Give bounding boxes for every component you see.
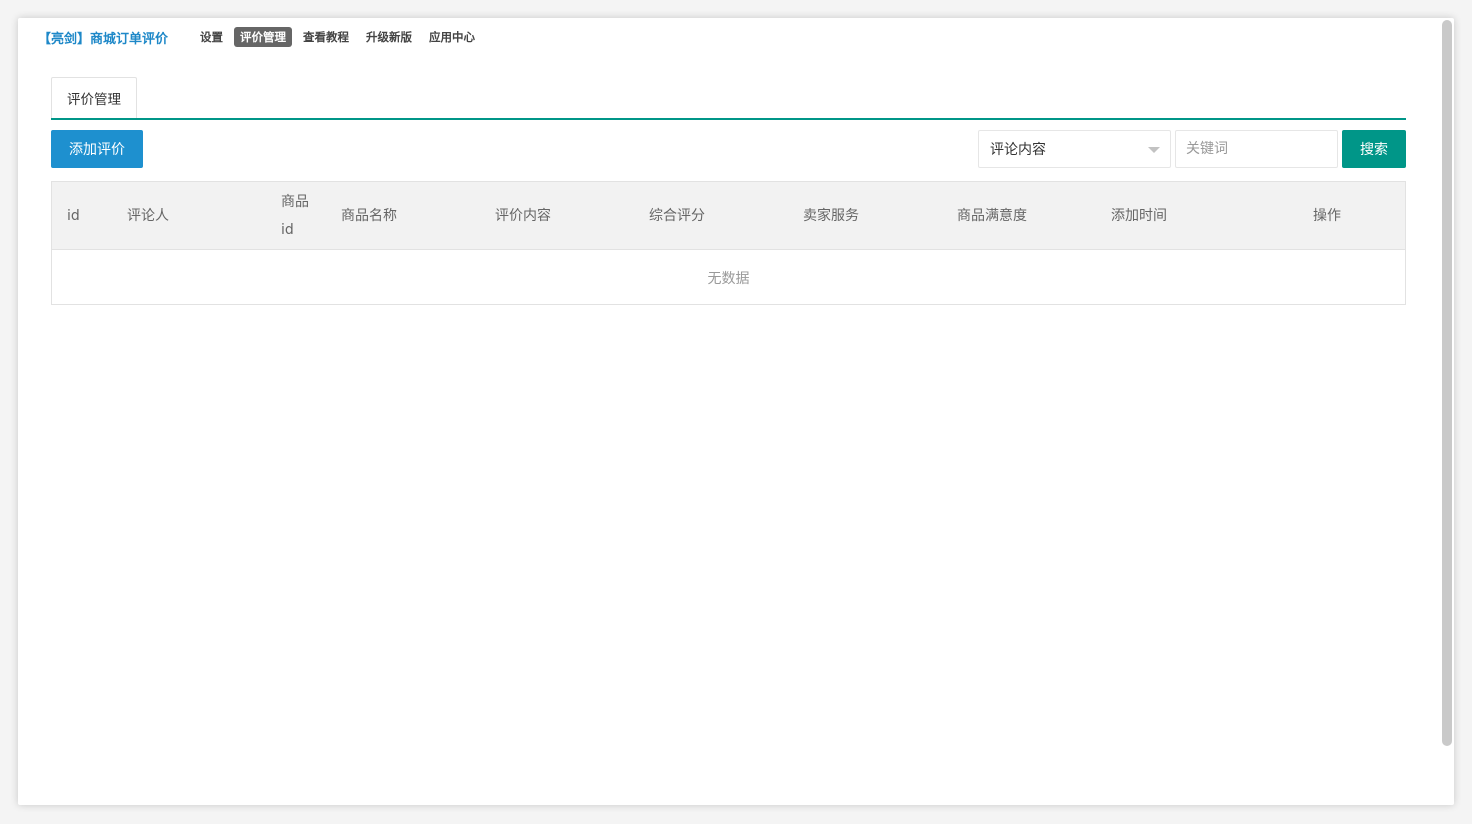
- app-window: 【亮剑】商城订单评价 设置 评价管理 查看教程 升级新版 应用中心 评价管理 添…: [18, 18, 1454, 805]
- nav-item-settings[interactable]: 设置: [194, 27, 229, 47]
- empty-state-text: 无数据: [707, 271, 750, 287]
- search-button[interactable]: 搜索: [1342, 130, 1406, 168]
- add-review-button[interactable]: 添加评价: [51, 130, 143, 168]
- nav-item-upgrade[interactable]: 升级新版: [360, 27, 418, 47]
- caret-down-icon: [1148, 147, 1160, 153]
- column-header-review-content: 评价内容: [495, 207, 551, 224]
- top-nav: 【亮剑】商城订单评价 设置 评价管理 查看教程 升级新版 应用中心: [38, 26, 486, 48]
- column-header-product-name: 商品名称: [341, 207, 397, 224]
- column-header-added-time: 添加时间: [1111, 207, 1167, 224]
- column-header-id: id: [67, 207, 80, 224]
- search-field-select-value: 评论内容: [990, 142, 1046, 158]
- nav-item-review-management[interactable]: 评价管理: [234, 27, 293, 47]
- column-header-reviewer: 评论人: [127, 207, 169, 224]
- search-field-select[interactable]: 评论内容: [978, 130, 1171, 168]
- column-header-seller-service: 卖家服务: [803, 207, 859, 224]
- brand-title: 【亮剑】商城订单评价: [38, 31, 169, 47]
- column-header-product-satisfaction: 商品满意度: [957, 207, 1027, 224]
- tab-review-management[interactable]: 评价管理: [51, 77, 137, 118]
- table-header: id 评论人 商品id 商品名称 评价内容 综合评分 卖家服务 商品满意度 添加…: [52, 182, 1405, 250]
- reviews-table: id 评论人 商品id 商品名称 评价内容 综合评分 卖家服务 商品满意度 添加…: [51, 181, 1406, 305]
- tab-bar: 评价管理: [51, 77, 1406, 120]
- nav-item-app-center[interactable]: 应用中心: [423, 27, 481, 47]
- vertical-scrollbar[interactable]: [1442, 20, 1452, 746]
- nav-item-tutorial[interactable]: 查看教程: [297, 27, 355, 47]
- column-header-actions: 操作: [1313, 207, 1341, 224]
- keyword-input[interactable]: [1175, 130, 1338, 168]
- column-header-overall-score: 综合评分: [649, 207, 705, 224]
- column-header-product-id: 商品id: [281, 193, 309, 238]
